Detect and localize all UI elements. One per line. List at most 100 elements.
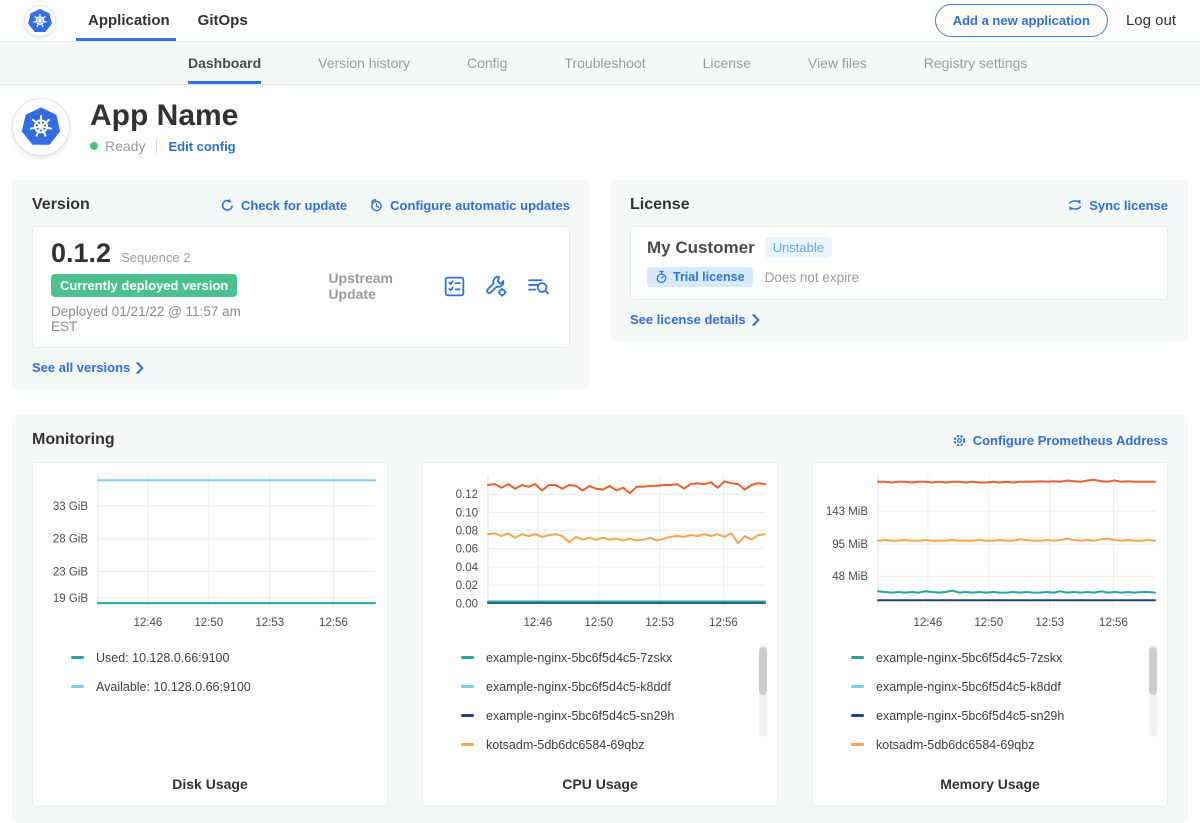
x-tick-label: 12:50 xyxy=(974,617,1003,629)
version-sequence: Sequence 2 xyxy=(121,250,190,265)
nav-gitops-label: GitOps xyxy=(198,12,248,29)
legend-dash xyxy=(851,685,864,688)
version-number: 0.1.2 xyxy=(51,238,111,269)
license-expiry: Does not expire xyxy=(765,270,860,285)
current-version-info: 0.1.2 Sequence 2 Currently deployed vers… xyxy=(51,238,266,334)
license-card-title: License xyxy=(630,196,690,214)
top-nav-items: Application GitOps xyxy=(88,0,276,41)
config-wrench-icon[interactable] xyxy=(484,274,509,299)
customer-name: My Customer xyxy=(647,238,755,258)
edit-config-link[interactable]: Edit config xyxy=(168,139,235,154)
app-status-row: Ready Edit config xyxy=(90,138,238,154)
x-tick-label: 12:46 xyxy=(523,617,552,629)
kubernetes-logo[interactable] xyxy=(24,5,56,37)
nav-gitops[interactable]: GitOps xyxy=(198,0,248,41)
legend-item: example-nginx-5bc6f5d4c5-k8ddf xyxy=(851,672,1165,701)
app-status-text: Ready xyxy=(105,138,145,154)
monitoring-card: Monitoring Configure Prometheus Address … xyxy=(12,415,1188,823)
x-tick-label: 12:50 xyxy=(194,617,223,629)
app-kubernetes-icon xyxy=(20,106,62,148)
legend-label: example-nginx-5bc6f5d4c5-k8ddf xyxy=(876,680,1061,694)
chart-legend: example-nginx-5bc6f5d4c5-7zskx example-ng… xyxy=(815,643,1165,774)
chevron-right-icon xyxy=(752,314,760,326)
sync-license-label: Sync license xyxy=(1089,198,1168,213)
legend-scrollbar[interactable] xyxy=(1149,645,1157,737)
x-tick-label: 12:56 xyxy=(709,617,738,629)
tab-config[interactable]: Config xyxy=(467,42,507,84)
legend-dash xyxy=(851,743,864,746)
legend-label: example-nginx-5bc6f5d4c5-7zskx xyxy=(876,651,1062,665)
gear-icon xyxy=(952,433,967,448)
license-card-footer: See license details xyxy=(630,311,1168,329)
trial-license-label: Trial license xyxy=(673,270,745,284)
legend-item: example-nginx-5bc6f5d4c5-7zskx xyxy=(851,643,1165,672)
legend-item: kotsadm-5db6dc6584-69qbz xyxy=(461,730,775,759)
legend-dash xyxy=(851,714,864,717)
status-ready-dot xyxy=(90,142,98,150)
legend-scrollbar-thumb[interactable] xyxy=(759,647,767,695)
x-tick-label: 12:50 xyxy=(584,617,613,629)
configure-automatic-updates-link[interactable]: Configure automatic updates xyxy=(369,198,570,213)
configure-prometheus-link[interactable]: Configure Prometheus Address xyxy=(952,433,1168,448)
legend-label: kotsadm-5db6dc6584-69qbz xyxy=(486,738,644,752)
legend-scrollbar-thumb[interactable] xyxy=(1149,647,1157,695)
version-number-row: 0.1.2 Sequence 2 xyxy=(51,238,266,269)
version-source-label: Upstream Update xyxy=(328,270,442,302)
y-tick-label: 28 GiB xyxy=(53,534,88,546)
app-avatar xyxy=(12,98,70,156)
legend-label: kotsadm-5db6dc6584-69qbz xyxy=(876,738,1034,752)
chart-plot: 33 GiB28 GiB23 GiB19 GiB12:4612:5012:531… xyxy=(35,469,385,635)
see-license-details-link[interactable]: See license details xyxy=(630,312,760,327)
legend-scrollbar[interactable] xyxy=(759,645,767,737)
license-type-row: Trial license Does not expire xyxy=(647,267,1151,287)
nav-application-label: Application xyxy=(88,12,170,29)
sync-license-link[interactable]: Sync license xyxy=(1067,198,1168,213)
x-tick-label: 12:46 xyxy=(913,617,942,629)
charts-row: 33 GiB28 GiB23 GiB19 GiB12:4612:5012:531… xyxy=(32,462,1168,807)
chart-title-cpu-usage: CPU Usage xyxy=(425,776,775,792)
tab-view-files[interactable]: View files xyxy=(808,42,867,84)
current-version-panel: 0.1.2 Sequence 2 Currently deployed vers… xyxy=(32,226,570,348)
y-tick-label: 95 MiB xyxy=(832,539,868,551)
nav-application[interactable]: Application xyxy=(88,0,170,41)
see-all-versions-link[interactable]: See all versions xyxy=(32,360,144,375)
kubernetes-logo-icon xyxy=(27,8,53,34)
check-for-update-link[interactable]: Check for update xyxy=(220,198,347,213)
version-card-actions: Check for update Configure automatic upd… xyxy=(220,198,570,213)
app-tab-bar: Dashboard Version history Config Trouble… xyxy=(0,42,1200,85)
app-header: App Name Ready Edit config xyxy=(0,85,1200,170)
chart-legend: example-nginx-5bc6f5d4c5-7zskxexample-ng… xyxy=(425,643,775,774)
legend-item: Available: 10.128.0.66:9100 xyxy=(71,672,385,701)
y-tick-label: 0.06 xyxy=(456,544,478,556)
y-tick-label: 0.02 xyxy=(456,580,478,592)
y-tick-label: 0.12 xyxy=(456,489,478,501)
stopwatch-icon xyxy=(655,270,668,284)
y-tick-label: 0.04 xyxy=(456,562,479,574)
refresh-icon xyxy=(220,198,235,213)
legend-item: example-nginx-5bc6f5d4c5-k8ddf xyxy=(461,672,775,701)
tab-dashboard[interactable]: Dashboard xyxy=(188,42,261,84)
legend-label: example-nginx-5bc6f5d4c5-k8ddf xyxy=(486,680,671,694)
tab-registry-settings[interactable]: Registry settings xyxy=(924,42,1027,84)
x-tick-label: 12:53 xyxy=(645,617,674,629)
tab-license[interactable]: License xyxy=(703,42,751,84)
y-tick-label: 143 MiB xyxy=(826,506,869,518)
tab-troubleshoot[interactable]: Troubleshoot xyxy=(564,42,645,84)
tab-version-history[interactable]: Version history xyxy=(318,42,410,84)
legend-dash xyxy=(851,656,864,659)
release-notes-icon[interactable] xyxy=(442,274,467,299)
legend-dash xyxy=(71,656,84,659)
add-application-button[interactable]: Add a new application xyxy=(935,4,1108,37)
trial-license-badge: Trial license xyxy=(647,267,753,287)
logout-link[interactable]: Log out xyxy=(1126,12,1176,29)
clock-refresh-icon xyxy=(369,198,384,213)
sync-icon xyxy=(1067,198,1083,212)
divider xyxy=(156,139,157,153)
chart-title-disk-usage: Disk Usage xyxy=(35,776,385,792)
y-tick-label: 0.08 xyxy=(456,526,478,538)
deploy-logs-icon[interactable] xyxy=(526,274,551,299)
configure-automatic-updates-label: Configure automatic updates xyxy=(390,198,570,213)
chart-legend: Used: 10.128.0.66:9100Available: 10.128.… xyxy=(35,643,385,774)
legend-item: example-nginx-5bc6f5d4c5-sn29h xyxy=(461,701,775,730)
currently-deployed-badge: Currently deployed version xyxy=(51,274,237,297)
